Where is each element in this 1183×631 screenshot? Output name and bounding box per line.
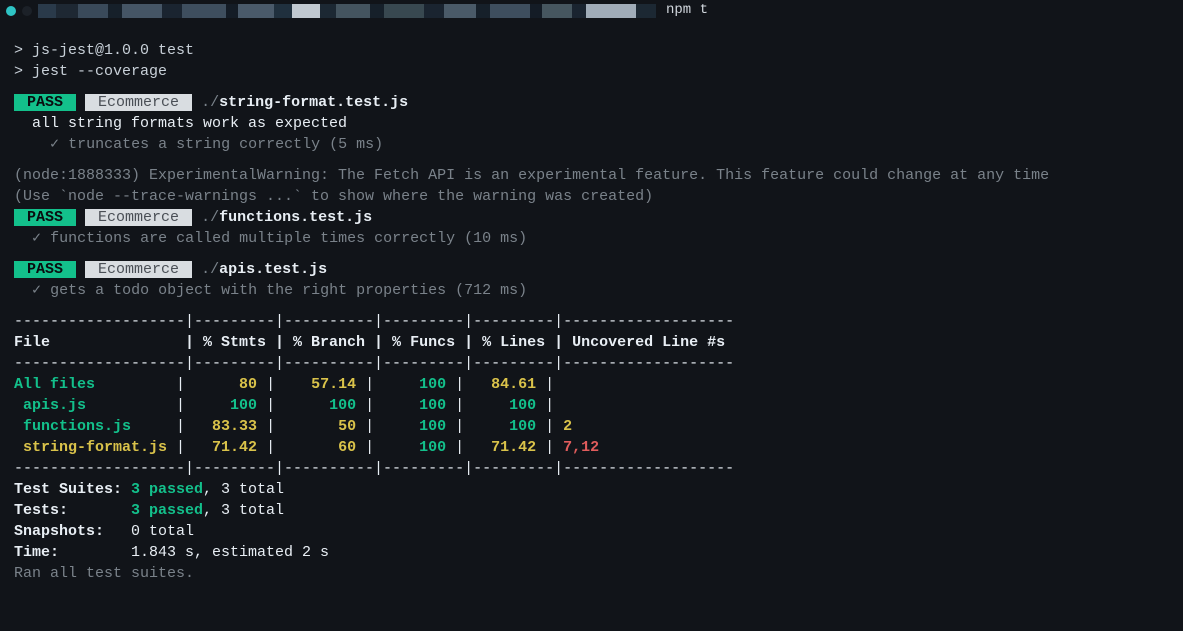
- check-icon: ✓: [50, 136, 59, 153]
- summary-time: Time: 1.843 s, estimated 2 s: [14, 542, 1169, 563]
- test-result: ✓ gets a todo object with the right prop…: [14, 280, 1169, 301]
- table-row: functions.js | 83.33 | 50 | 100 | 100 | …: [14, 416, 1169, 437]
- table-row: string-format.js | 71.42 | 60 | 100 | 71…: [14, 437, 1169, 458]
- pass-badge: PASS: [14, 209, 76, 226]
- suite-file: functions.test.js: [219, 209, 372, 226]
- node-warning: (node:1888333) ExperimentalWarning: The …: [14, 165, 1169, 186]
- window-dot-icon: [22, 6, 32, 16]
- project-badge: Ecommerce: [85, 261, 192, 278]
- table-header: File | % Stmts | % Branch | % Funcs | % …: [14, 332, 1169, 353]
- summary-tests: Tests: 3 passed, 3 total: [14, 500, 1169, 521]
- coverage-table: -------------------|---------|----------…: [14, 311, 1169, 479]
- table-border: -------------------|---------|----------…: [14, 458, 1169, 479]
- suite-desc: all string formats work as expected: [14, 113, 1169, 134]
- pass-badge: PASS: [14, 94, 76, 111]
- title-bar: npm t: [0, 0, 1183, 22]
- check-icon: ✓: [32, 282, 41, 299]
- titlebar-blur: [38, 4, 656, 18]
- pass-badge: PASS: [14, 261, 76, 278]
- summary-ran: Ran all test suites.: [14, 563, 1169, 584]
- project-badge: Ecommerce: [85, 209, 192, 226]
- table-row: apis.js | 100 | 100 | 100 | 100 |: [14, 395, 1169, 416]
- summary-suites: Test Suites: 3 passed, 3 total: [14, 479, 1169, 500]
- summary-snapshots: Snapshots: 0 total: [14, 521, 1169, 542]
- suite-header: PASS Ecommerce ./apis.test.js: [14, 259, 1169, 280]
- table-border: -------------------|---------|----------…: [14, 311, 1169, 332]
- terminal-output[interactable]: > js-jest@1.0.0 test > jest --coverage P…: [0, 22, 1183, 592]
- suite-header: PASS Ecommerce ./string-format.test.js: [14, 92, 1169, 113]
- test-result: ✓ functions are called multiple times co…: [14, 228, 1169, 249]
- table-row: All files | 80 | 57.14 | 100 | 84.61 |: [14, 374, 1169, 395]
- suite-file: apis.test.js: [219, 261, 327, 278]
- table-border: -------------------|---------|----------…: [14, 353, 1169, 374]
- check-icon: ✓: [32, 230, 41, 247]
- cmd-line: > js-jest@1.0.0 test: [14, 40, 1169, 61]
- suite-file: string-format.test.js: [219, 94, 408, 111]
- project-badge: Ecommerce: [85, 94, 192, 111]
- suite-header: PASS Ecommerce ./functions.test.js: [14, 207, 1169, 228]
- window-dot-active-icon: [6, 6, 16, 16]
- test-result: ✓ truncates a string correctly (5 ms): [14, 134, 1169, 155]
- window-title: npm t: [666, 1, 708, 21]
- cmd-line: > jest --coverage: [14, 61, 1169, 82]
- node-warning: (Use `node --trace-warnings ...` to show…: [14, 186, 1169, 207]
